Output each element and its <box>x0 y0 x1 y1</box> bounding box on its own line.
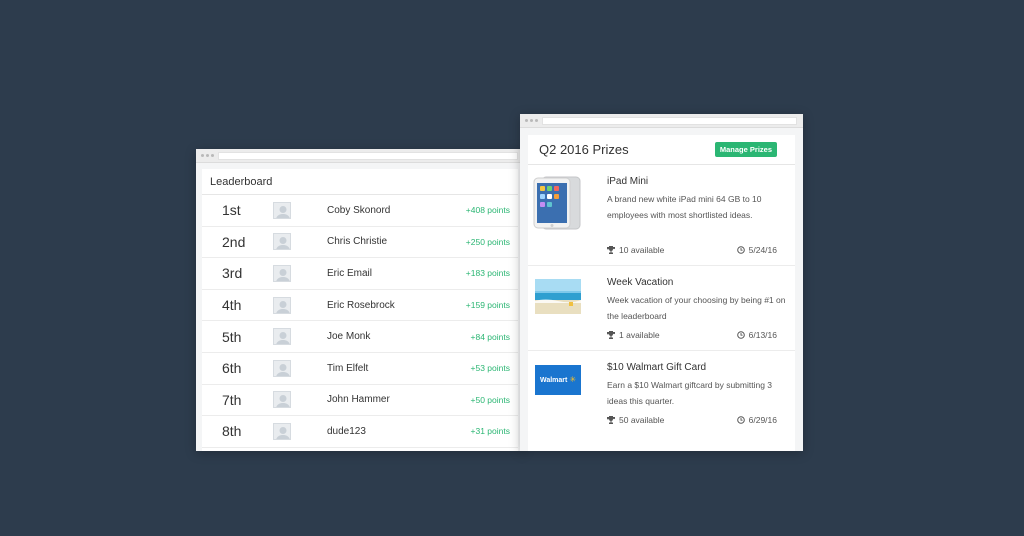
prizes-header: Q2 2016 Prizes Manage Prizes <box>528 135 795 165</box>
user-name[interactable]: dude123 <box>327 426 366 437</box>
prize-name: Week Vacation <box>607 277 674 288</box>
clock-icon <box>736 246 745 254</box>
trophy-icon <box>607 416 615 424</box>
clock-icon <box>736 416 745 424</box>
avatar <box>273 422 291 440</box>
clock-icon <box>736 331 745 339</box>
leaderboard-row[interactable]: 7th John Hammer +50 points <box>202 385 518 417</box>
avatar <box>273 328 291 346</box>
trophy-icon <box>607 246 615 254</box>
manage-prizes-button[interactable]: Manage Prizes <box>714 142 777 157</box>
points: +31 points <box>470 426 510 437</box>
prize-item[interactable]: iPad Mini A brand new white iPad mini 64… <box>528 165 795 266</box>
leaderboard-title: Leaderboard <box>202 169 518 195</box>
available-count: 1 available <box>619 330 660 340</box>
prize-availability: 1 available <box>607 330 660 340</box>
browser-chrome <box>520 114 803 128</box>
prize-description: Week vacation of your choosing by being … <box>607 295 786 321</box>
leaderboard-row[interactable]: 1st Coby Skonord +408 points <box>202 195 518 227</box>
rank: 1st <box>222 202 241 219</box>
available-count: 10 available <box>619 245 665 255</box>
user-name[interactable]: John Hammer <box>327 394 390 405</box>
avatar <box>273 233 291 251</box>
prizes-title: Q2 2016 Prizes <box>539 142 629 157</box>
avatar <box>273 264 291 282</box>
date-text: 5/24/16 <box>748 245 777 255</box>
prize-description: A brand new white iPad mini 64 GB to 10 … <box>607 194 762 220</box>
prize-description: Earn a $10 Walmart giftcard by submittin… <box>607 380 773 406</box>
leaderboard-row[interactable]: 2nd Chris Christie +250 points <box>202 227 518 259</box>
leaderboard-row[interactable]: 8th dude123 +31 points <box>202 416 518 448</box>
user-name[interactable]: Eric Email <box>327 268 372 279</box>
prize-name: iPad Mini <box>607 176 649 187</box>
prize-availability: 10 available <box>607 245 664 255</box>
prize-date: 6/13/16 <box>736 330 777 340</box>
leaderboard-row[interactable]: 4th Eric Rosebrock +159 points <box>202 290 518 322</box>
avatar <box>273 201 291 219</box>
rank: 5th <box>222 328 242 345</box>
user-name[interactable]: Chris Christie <box>327 236 387 247</box>
url-bar[interactable] <box>542 117 797 125</box>
prize-name: $10 Walmart Gift Card <box>607 362 707 373</box>
rank: 8th <box>222 423 242 440</box>
prizes-panel: Q2 2016 Prizes Manage Prizes iPad Mini A… <box>528 135 795 451</box>
available-count: 50 available <box>619 415 665 425</box>
walmart-logo: Walmart ✳ <box>535 365 581 395</box>
leaderboard-row[interactable]: 6th Tim Elfelt +53 points <box>202 353 518 385</box>
points: +50 points <box>470 394 510 405</box>
leaderboard-row[interactable]: 5th Joe Monk +84 points <box>202 321 518 353</box>
user-name[interactable]: Coby Skonord <box>327 205 390 216</box>
date-text: 6/13/16 <box>748 330 777 340</box>
date-text: 6/29/16 <box>748 415 777 425</box>
points: +53 points <box>470 363 510 374</box>
ipad-image <box>533 176 581 235</box>
prize-item[interactable]: Week Vacation Week vacation of your choo… <box>528 266 795 351</box>
window-dots <box>525 119 538 122</box>
prizes-window: Q2 2016 Prizes Manage Prizes iPad Mini A… <box>520 114 803 451</box>
prize-date: 6/29/16 <box>736 415 777 425</box>
avatar <box>273 359 291 377</box>
leaderboard-row[interactable]: 3rd Eric Email +183 points <box>202 258 518 290</box>
trophy-icon <box>607 331 615 339</box>
points: +183 points <box>465 268 510 279</box>
spark-icon: ✳ <box>569 375 577 384</box>
prize-availability: 50 available <box>607 415 664 425</box>
avatar <box>273 296 291 314</box>
prize-date: 5/24/16 <box>736 245 777 255</box>
rank: 7th <box>222 391 242 408</box>
rank: 6th <box>222 360 242 377</box>
points: +408 points <box>465 205 510 216</box>
points: +250 points <box>465 236 510 247</box>
rank: 2nd <box>222 233 246 250</box>
user-name[interactable]: Tim Elfelt <box>327 363 368 374</box>
rank: 4th <box>222 297 242 314</box>
user-name[interactable]: Eric Rosebrock <box>327 300 395 311</box>
prize-item[interactable]: Walmart ✳ $10 Walmart Gift Card Earn a $… <box>528 351 795 451</box>
beach-image <box>535 279 581 319</box>
avatar <box>273 391 291 409</box>
leaderboard-panel: Leaderboard 1st Coby Skonord +408 points 2n… <box>202 169 518 451</box>
browser-chrome <box>196 149 524 163</box>
user-name[interactable]: Joe Monk <box>327 331 370 342</box>
leaderboard-window: Leaderboard 1st Coby Skonord +408 points 2n… <box>196 149 524 451</box>
points: +159 points <box>465 300 510 311</box>
window-dots <box>201 154 214 157</box>
url-bar[interactable] <box>218 152 518 160</box>
points: +84 points <box>470 331 510 342</box>
rank: 3rd <box>222 265 243 282</box>
